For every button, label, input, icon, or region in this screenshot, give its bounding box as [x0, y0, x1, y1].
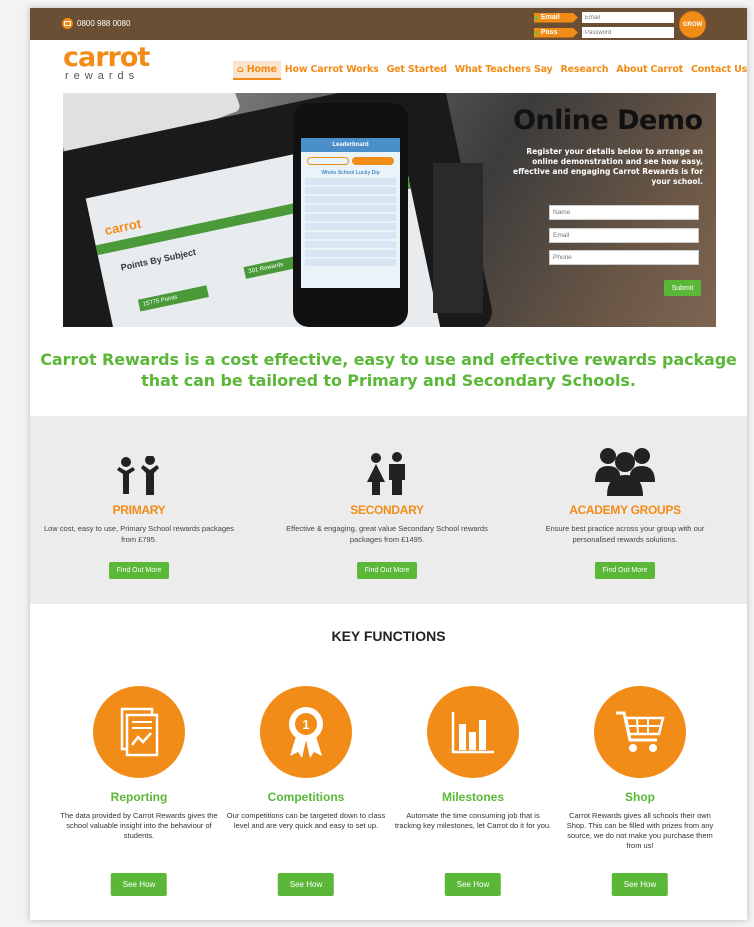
login-email-input[interactable] — [582, 12, 674, 23]
secondary-find-out-more-button[interactable]: Find Out More — [356, 562, 418, 579]
function-desc: The data provided by Carrot Rewards give… — [60, 811, 218, 840]
password-login-row: Pass — [534, 27, 674, 38]
nav-what-teachers-say[interactable]: What Teachers Say — [451, 61, 557, 80]
competitions-see-how-button[interactable]: See How — [277, 873, 335, 896]
svg-text:1: 1 — [302, 717, 309, 732]
phone-tabs — [305, 157, 396, 165]
tablet-points: 15775 Points — [137, 285, 209, 312]
report-icon — [93, 686, 185, 778]
hero-text: Register your details below to arrange a… — [513, 147, 703, 186]
phone-tab-1 — [306, 157, 349, 165]
school-desc: Ensure best practice across your group w… — [545, 524, 705, 544]
function-desc: Automate the time consuming job that is … — [394, 811, 552, 830]
list-item — [305, 214, 396, 221]
function-name: Shop — [625, 790, 655, 804]
smartphone-image: Leaderboard Whole School Lucky Dip — [293, 103, 408, 327]
envelope-icon — [62, 18, 73, 29]
medal-icon: 1 — [260, 686, 352, 778]
function-name: Milestones — [441, 790, 504, 804]
logo-word: carrot — [63, 42, 150, 73]
demo-submit-button[interactable]: Submit — [664, 280, 701, 296]
list-item — [305, 187, 396, 194]
phone-tab-2 — [352, 157, 395, 165]
site-header: carrot rewards ⌂ Home How Carrot Works G… — [30, 40, 747, 92]
children-icon — [34, 436, 244, 496]
email-login-row: Email — [534, 12, 674, 23]
school-primary: PRIMARY Low cost, easy to use, Primary S… — [34, 416, 244, 579]
function-shop: Shop Carrot Rewards gives all schools th… — [560, 686, 720, 896]
home-icon: ⌂ — [237, 64, 247, 75]
school-academy-groups: ACADEMY GROUPS Ensure best practice acro… — [520, 416, 730, 579]
demo-email-input[interactable] — [549, 228, 699, 243]
demo-name-input[interactable] — [549, 205, 699, 220]
nav-how-carrot-works[interactable]: How Carrot Works — [281, 61, 383, 80]
nav-home[interactable]: ⌂ Home — [233, 61, 281, 80]
pass-tag: Pass — [534, 27, 578, 38]
students-icon — [282, 436, 492, 496]
school-secondary: SECONDARY Effective & engaging, great va… — [282, 416, 492, 579]
list-item — [305, 205, 396, 212]
list-item — [305, 232, 396, 239]
leaderboard-header: Leaderboard — [301, 138, 400, 152]
logo-sub: rewards — [65, 70, 140, 82]
function-milestones: Milestones Automate the time consuming j… — [393, 686, 553, 896]
group-icon — [520, 436, 730, 496]
function-reporting: Reporting The data provided by Carrot Re… — [59, 686, 219, 896]
email-tag: Email — [534, 12, 578, 23]
school-desc: Effective & engaging, great value Second… — [286, 524, 488, 544]
page: 0800 988 0080 Email Pass GROW carrot rew… — [30, 8, 747, 920]
school-title: PRIMARY — [112, 503, 166, 517]
list-item — [305, 259, 396, 266]
main-nav: ⌂ Home How Carrot Works Get Started What… — [233, 61, 747, 80]
grow-login-button[interactable]: GROW — [679, 11, 706, 38]
list-item — [305, 250, 396, 257]
school-title: SECONDARY — [350, 503, 424, 517]
school-types-section: PRIMARY Low cost, easy to use, Primary S… — [30, 416, 747, 604]
list-item — [305, 223, 396, 230]
function-name: Reporting — [110, 790, 168, 804]
tagline: Carrot Rewards is a cost effective, easy… — [40, 350, 737, 390]
function-competitions: 1 Competitions Our competitions can be t… — [226, 686, 386, 896]
milestones-see-how-button[interactable]: See How — [444, 873, 502, 896]
function-name: Competitions — [267, 790, 345, 804]
nav-about-carrot[interactable]: About Carrot — [612, 61, 687, 80]
hero-title: Online Demo — [513, 105, 703, 136]
bar-chart-icon — [427, 686, 519, 778]
list-item — [305, 178, 396, 185]
phone-number[interactable]: 0800 988 0080 — [62, 18, 130, 29]
cart-icon — [594, 686, 686, 778]
nav-get-started[interactable]: Get Started — [383, 61, 451, 80]
carrot-logo[interactable]: carrot rewards — [63, 42, 150, 83]
leaderboard-title: Whole School Lucky Dip — [321, 170, 380, 176]
login-password-input[interactable] — [582, 27, 674, 38]
nav-research[interactable]: Research — [557, 61, 613, 80]
tablet-edge — [433, 163, 483, 313]
tablet-logo: carrot — [103, 215, 143, 239]
primary-find-out-more-button[interactable]: Find Out More — [108, 562, 170, 579]
shop-see-how-button[interactable]: See How — [611, 873, 669, 896]
top-bar: 0800 988 0080 Email Pass GROW — [30, 8, 747, 40]
tablet-card-title: Points By Subject — [119, 246, 197, 273]
academy-find-out-more-button[interactable]: Find Out More — [594, 562, 656, 579]
school-title: ACADEMY GROUPS — [569, 503, 681, 517]
function-desc: Carrot Rewards gives all schools their o… — [566, 811, 714, 850]
phone-screen: Leaderboard Whole School Lucky Dip — [301, 138, 400, 288]
school-desc: Low cost, easy to use, Primary School re… — [43, 524, 235, 544]
nav-contact-us[interactable]: Contact Us — [687, 61, 747, 80]
reporting-see-how-button[interactable]: See How — [110, 873, 168, 896]
demo-phone-input[interactable] — [549, 250, 699, 265]
phone-text: 0800 988 0080 — [77, 19, 131, 28]
function-desc: Our competitions can be targeted down to… — [226, 811, 386, 830]
list-item — [305, 241, 396, 248]
list-item — [305, 196, 396, 203]
key-functions-title: KEY FUNCTIONS — [331, 628, 446, 644]
